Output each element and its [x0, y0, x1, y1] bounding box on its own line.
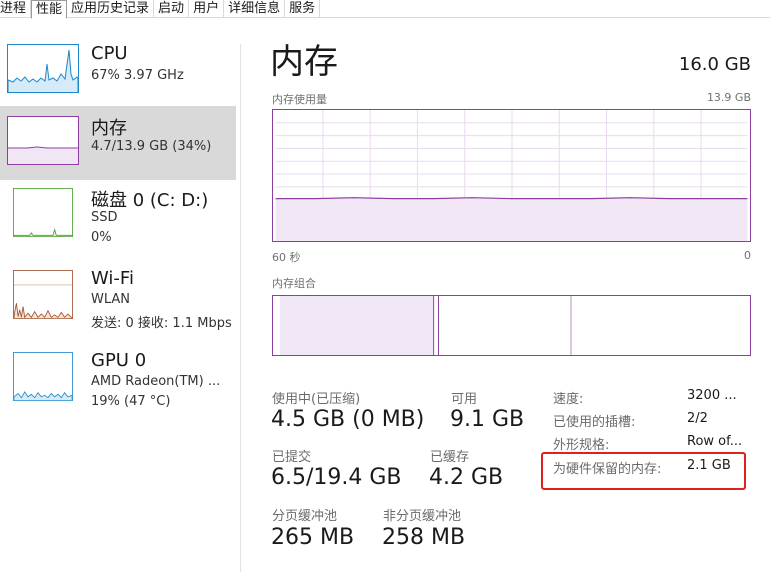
- cached-label: 已缓存: [430, 450, 470, 465]
- available-value: 9.1 GB: [450, 407, 525, 432]
- sidebar-item-title: CPU: [91, 43, 128, 64]
- sidebar-item-disk[interactable]: 磁盘 0 (C: D:) SSD 0%: [0, 182, 236, 256]
- sidebar-item-usage: 0%: [91, 230, 112, 245]
- sidebar-item-memory[interactable]: 内存 4.7/13.9 GB (34%): [0, 106, 236, 180]
- in-use-label: 使用中(已压缩): [272, 392, 361, 407]
- tab-performance[interactable]: 性能: [31, 0, 68, 19]
- slots-used-label: 已使用的插槽:: [553, 415, 636, 430]
- sidebar-item-detail: WLAN: [91, 292, 131, 307]
- sidebar-item-title: Wi-Fi: [91, 268, 134, 289]
- committed-value: 6.5/19.4 GB: [271, 465, 402, 490]
- sidebar-item-detail: AMD Radeon(TM) ...: [91, 374, 221, 389]
- sidebar-item-detail: 4.7/13.9 GB (34%): [91, 139, 212, 154]
- form-factor-label: 外形规格:: [553, 438, 610, 453]
- memory-composition-bar: [272, 295, 751, 356]
- usage-graph-label: 内存使用量: [272, 93, 327, 106]
- form-factor-value: Row of...: [687, 434, 743, 449]
- sidebar-item-usage: 19% (47 °C): [91, 394, 171, 409]
- tab-processes[interactable]: 进程: [0, 0, 32, 17]
- sidebar-item-title: GPU 0: [91, 350, 147, 371]
- graph-axis-end: 0: [744, 249, 751, 262]
- composition-label: 内存组合: [272, 277, 316, 290]
- available-label: 可用: [451, 392, 478, 407]
- nonpaged-pool-value: 258 MB: [382, 525, 466, 550]
- tab-startup[interactable]: 启动: [154, 0, 190, 17]
- graph-axis-start: 60 秒: [272, 251, 301, 264]
- speed-label: 速度:: [553, 392, 584, 407]
- paged-pool-value: 265 MB: [271, 525, 355, 550]
- page-title: 内存: [270, 42, 338, 82]
- usage-graph-max: 13.9 GB: [706, 91, 751, 104]
- committed-label: 已提交: [272, 450, 312, 465]
- red-highlight-box: [541, 452, 746, 490]
- panel-divider: [240, 44, 241, 572]
- in-use-value: 4.5 GB (0 MB): [271, 407, 425, 432]
- sidebar-item-detail: SSD: [91, 210, 118, 225]
- memory-total: 16.0 GB: [678, 54, 751, 75]
- memory-thumbnail-graph: [7, 116, 79, 165]
- paged-pool-label: 分页缓冲池: [272, 509, 338, 524]
- tab-details[interactable]: 详细信息: [224, 0, 286, 17]
- tab-users[interactable]: 用户: [189, 0, 225, 17]
- sidebar: CPU 67% 3.97 GHz 内存 4.7/13.9 GB (34%) 磁盘…: [0, 18, 240, 584]
- memory-usage-graph: [272, 109, 751, 242]
- tab-services[interactable]: 服务: [285, 0, 321, 17]
- sidebar-item-cpu[interactable]: CPU 67% 3.97 GHz: [0, 36, 236, 110]
- sidebar-item-title: 磁盘 0 (C: D:): [91, 190, 209, 211]
- sidebar-item-detail: 67% 3.97 GHz: [91, 68, 184, 83]
- sidebar-item-gpu[interactable]: GPU 0 AMD Radeon(TM) ... 19% (47 °C): [0, 346, 236, 420]
- tab-bar: 进程 性能 应用历史记录 启动 用户 详细信息 服务: [0, 0, 770, 19]
- speed-value: 3200 ...: [687, 388, 737, 403]
- cached-value: 4.2 GB: [429, 465, 504, 490]
- tab-app-history[interactable]: 应用历史记录: [67, 0, 155, 17]
- nonpaged-pool-label: 非分页缓冲池: [383, 509, 462, 524]
- disk-thumbnail-graph: [7, 188, 79, 237]
- slots-used-value: 2/2: [687, 411, 708, 426]
- sidebar-item-throughput: 发送: 0 接收: 1.1 Mbps: [91, 316, 232, 331]
- sidebar-item-wifi[interactable]: Wi-Fi WLAN 发送: 0 接收: 1.1 Mbps: [0, 264, 236, 338]
- wifi-thumbnail-graph: [7, 270, 79, 319]
- gpu-thumbnail-graph: [7, 352, 79, 401]
- sidebar-item-title: 内存: [91, 118, 127, 139]
- cpu-thumbnail-graph: [7, 44, 79, 93]
